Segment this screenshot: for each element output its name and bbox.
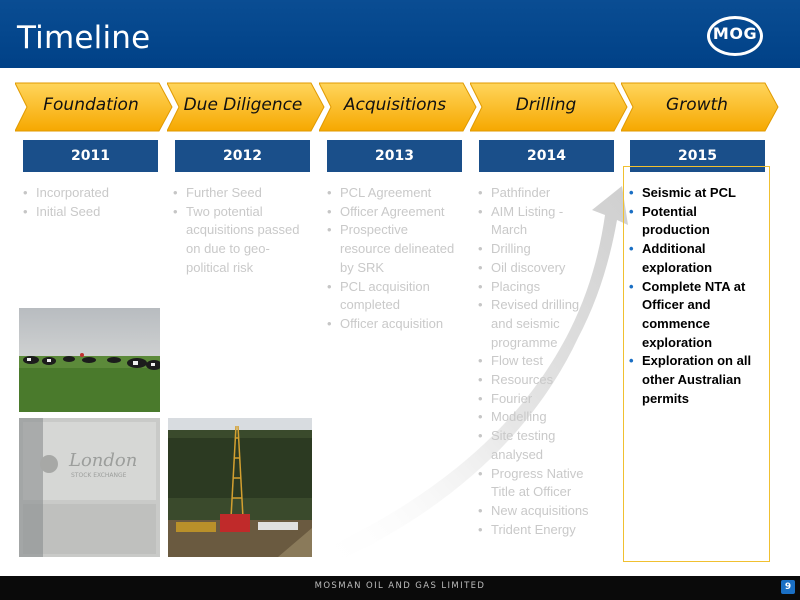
phase-label: Drilling: [515, 95, 577, 115]
list-item: Modelling: [478, 408, 602, 427]
phase-step-due-diligence: Due Diligence: [167, 81, 327, 133]
photo-cows-field: [19, 308, 160, 412]
phase-label: Due Diligence: [183, 95, 303, 115]
list-item: Progress Native Title at Officer: [478, 465, 602, 502]
list-item: Complete NTA at Officer and commence exp…: [629, 278, 764, 353]
list-item: Flow test: [478, 352, 602, 371]
sign-line-2: STOCK EXCHANGE: [71, 472, 127, 479]
list-item: PCL acquisition completed: [327, 278, 459, 315]
year-2014: 2014: [479, 140, 614, 172]
list-item: Prospective resource delineated by SRK: [327, 221, 459, 277]
list-item: New acquisitions: [478, 502, 602, 521]
list-item: Potential production: [629, 203, 764, 240]
list-2015: Seismic at PCL Potential production Addi…: [629, 184, 764, 408]
list-2013: PCL Agreement Officer Agreement Prospect…: [327, 184, 459, 334]
photo-stock-exchange-sign: London STOCK EXCHANGE: [19, 418, 160, 557]
list-item: Further Seed: [173, 184, 303, 203]
list-2014: Pathfinder AIM Listing - March Drilling …: [478, 184, 602, 539]
list-2011: Incorporated Initial Seed: [23, 184, 148, 221]
list-item: Oil discovery: [478, 259, 602, 278]
list-item: Seismic at PCL: [629, 184, 764, 203]
phase-label: Acquisitions: [343, 95, 447, 115]
year-2013: 2013: [327, 140, 462, 172]
year-2012: 2012: [175, 140, 310, 172]
list-item: Pathfinder: [478, 184, 602, 203]
page-number: 9: [781, 580, 795, 594]
list-item: Resources: [478, 371, 602, 390]
list-item: AIM Listing - March: [478, 203, 602, 240]
list-item: Trident Energy: [478, 521, 602, 540]
list-item: Officer Agreement: [327, 203, 459, 222]
list-item: Site testing analysed: [478, 427, 602, 464]
phase-label: Foundation: [43, 95, 139, 115]
list-item: Officer acquisition: [327, 315, 459, 334]
list-item: Fourier: [478, 390, 602, 409]
phase-step-growth: Growth: [621, 81, 781, 133]
year-2011: 2011: [23, 140, 158, 172]
list-item: Initial Seed: [23, 203, 148, 222]
sign-line-1: London: [68, 450, 137, 471]
list-item: Placings: [478, 278, 602, 297]
list-item: PCL Agreement: [327, 184, 459, 203]
phase-step-foundation: Foundation: [15, 81, 175, 133]
list-item: Two potential acquisitions passed on due…: [173, 203, 303, 278]
list-item: Drilling: [478, 240, 602, 259]
phase-label: Growth: [666, 95, 728, 115]
phase-step-drilling: Drilling: [470, 81, 630, 133]
list-item: Incorporated: [23, 184, 148, 203]
photo-drilling-rig: [168, 418, 312, 557]
slide-footer: MOSMAN OIL AND GAS LIMITED 9: [0, 576, 800, 600]
list-2012: Further Seed Two potential acquisitions …: [173, 184, 303, 278]
footer-company-name: MOSMAN OIL AND GAS LIMITED: [314, 581, 486, 591]
list-item: Revised drilling and seismic programme: [478, 296, 602, 352]
list-item: Additional exploration: [629, 240, 764, 277]
phase-step-acquisitions: Acquisitions: [319, 81, 479, 133]
list-item: Exploration on all other Australian perm…: [629, 352, 764, 408]
